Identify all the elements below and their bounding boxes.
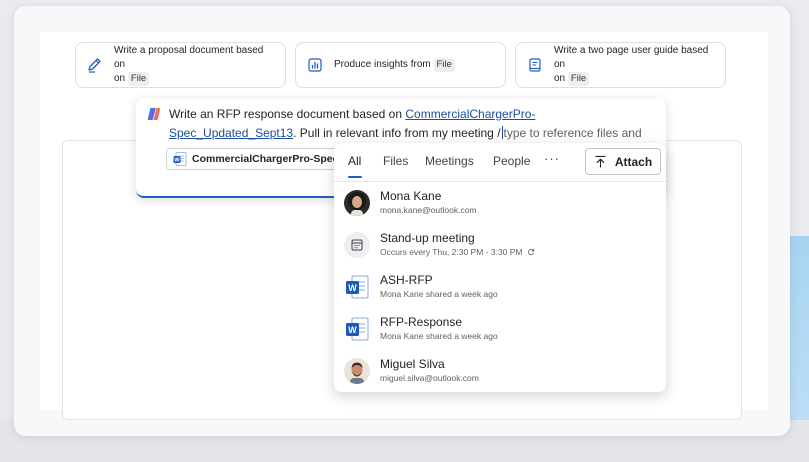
list-item-person[interactable]: Mona Kane mona.kane@outlook.com [334, 183, 666, 225]
tabs-divider [334, 181, 666, 182]
upload-icon [595, 155, 606, 168]
suggestion-text: Write a proposal document based on [114, 45, 264, 70]
item-title: Stand-up meeting [380, 231, 475, 245]
pen-icon [88, 58, 101, 73]
list-item-file[interactable]: W ASH-RFP Mona Kane shared a week ago [334, 267, 666, 309]
suggestion-text: Produce insights from [334, 59, 431, 70]
svg-text:W: W [348, 325, 357, 335]
suggestion-card-insights[interactable]: Produce insights from File [295, 42, 506, 88]
item-subtitle: mona.kane@outlook.com [380, 205, 477, 215]
item-title: Mona Kane [380, 189, 442, 203]
list-item-file[interactable]: W RFP-Response Mona Kane shared a week a… [334, 309, 666, 351]
tab-people[interactable]: People [493, 154, 530, 168]
suggestion-connector: on [554, 73, 568, 84]
file-chip: File [127, 72, 150, 86]
svg-text:W: W [348, 283, 357, 293]
attach-label: Attach [614, 154, 653, 169]
item-title: Miguel Silva [380, 357, 445, 371]
avatar-miguel-icon [344, 358, 370, 384]
list-item-person[interactable]: Miguel Silva miguel.silva@outlook.com [334, 351, 666, 393]
prompt-text: Write an RFP response document based on [169, 107, 406, 121]
word-doc-icon: W [344, 274, 370, 300]
item-subtitle: miguel.silva@outlook.com [380, 373, 479, 383]
tab-all[interactable]: All [348, 154, 361, 168]
avatar-mona-icon [344, 190, 370, 216]
list-item-meeting[interactable]: Stand-up meeting Occurs every Thu, 2:30 … [334, 225, 666, 267]
text-caret [501, 126, 503, 139]
suggestion-connector: on [114, 73, 128, 84]
book-icon [529, 58, 541, 72]
reference-picker-dropdown: All Files Meetings People ··· Attach Mon… [334, 143, 666, 392]
suggestion-card-user-guide[interactable]: Write a two page user guide based on on … [515, 42, 726, 88]
chart-icon [308, 58, 322, 72]
attached-file-name: CommercialChargerPro-Spec_Updated_Sept13 [192, 153, 338, 165]
word-doc-icon: W [344, 316, 370, 342]
recurring-icon [527, 248, 535, 256]
file-chip: File [567, 72, 590, 86]
suggestion-card-proposal[interactable]: Write a proposal document based on on Fi… [75, 42, 286, 88]
active-tab-indicator [348, 176, 362, 178]
attached-file-chip[interactable]: W CommercialChargerPro-Spec_Updated_Sept… [166, 148, 338, 170]
copilot-logo-icon [147, 108, 161, 120]
file-chip: File [433, 58, 455, 72]
item-title: RFP-Response [380, 315, 463, 329]
prompt-text-continued: . Pull in relevant info from my meeting … [293, 126, 501, 140]
calendar-icon [344, 232, 370, 258]
item-subtitle: Occurs every Thu, 2:30 PM - 3:30 PM [380, 247, 535, 257]
tab-files[interactable]: Files [383, 154, 408, 168]
picker-tabs: All Files Meetings People ··· Attach [334, 143, 666, 181]
more-tabs-button[interactable]: ··· [544, 151, 560, 166]
attach-button[interactable]: Attach [585, 148, 661, 175]
svg-text:W: W [174, 158, 180, 164]
item-title: ASH-RFP [380, 273, 433, 287]
suggestion-text: Write a two page user guide based on [554, 45, 709, 70]
item-subtitle: Mona Kane shared a week ago [380, 331, 498, 341]
tab-meetings[interactable]: Meetings [425, 154, 474, 168]
item-subtitle: Mona Kane shared a week ago [380, 289, 498, 299]
word-doc-icon: W [173, 152, 187, 166]
